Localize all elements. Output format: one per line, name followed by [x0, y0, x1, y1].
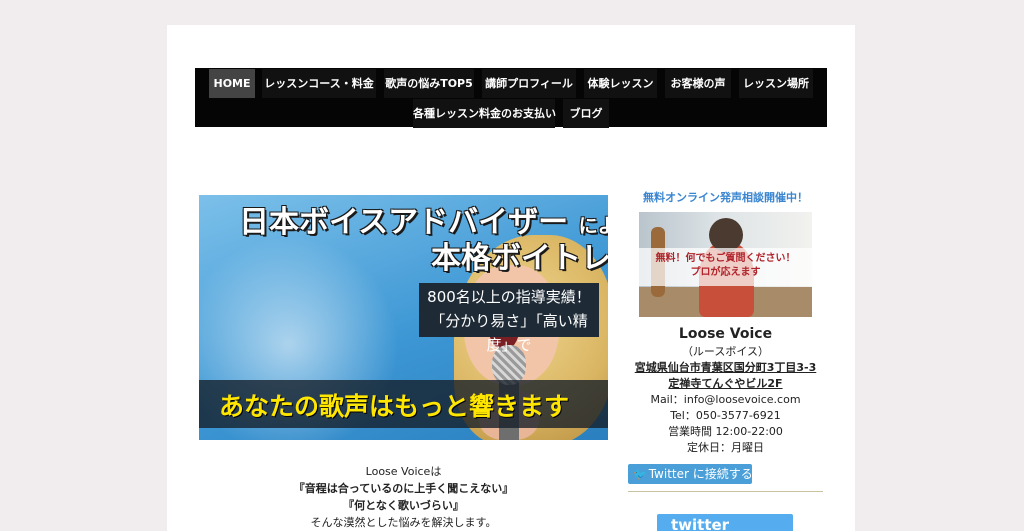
business-kana: （ルースボイス） — [681, 345, 770, 358]
hero-achievement-box: 800名以上の指導実績！ 「分かり易さ」「高い精度」で — [419, 283, 599, 354]
address-link-1[interactable]: 宮城県仙台市青葉区国分町3丁目3-3 — [628, 360, 823, 376]
nav-item-payment[interactable]: 各種レッスン料金のお支払い — [413, 99, 556, 128]
closed-day: 定休日：月曜日 — [687, 441, 764, 454]
business-hours: 営業時間 12:00-22:00 — [668, 425, 783, 438]
intro-line1: Loose Voiceは — [365, 465, 442, 478]
intro-line2: 『音程は合っているのに上手く聞こえない』 — [293, 482, 514, 495]
hero-box-line1: 800名以上の指導実績！ — [427, 288, 591, 306]
nav-item-location[interactable]: レッスン場所 — [739, 69, 813, 98]
consultation-image[interactable]: 無料！何でもご質問ください！ プロが応えます — [639, 212, 812, 317]
consultation-line2: プロが応えます — [690, 267, 761, 278]
business-name: Loose Voice — [678, 326, 773, 342]
nav-item-courses[interactable]: レッスンコース・料金 — [262, 69, 376, 98]
sidebar-title[interactable]: 無料オンライン発声相談開催中！ — [628, 189, 823, 205]
intro-line4: そんな漠然とした悩みを解決します。 — [310, 516, 497, 529]
twitter-logo[interactable]: twitter — [657, 514, 793, 531]
sidebar-divider — [628, 491, 823, 492]
consultation-line1: 無料！何でもご質問ください！ — [655, 253, 796, 264]
intro-line3: 『何となく歌いづらい』 — [343, 499, 464, 512]
contact-mail: Mail：info@loosevoice.com — [650, 393, 801, 406]
hero-box-line2: 「分かり易さ」「高い精度」で — [430, 312, 588, 354]
nav-item-top5[interactable]: 歌声の悩みTOP5 — [384, 69, 474, 98]
hero-headline-2: 本格ボイトレ — [431, 241, 608, 276]
business-info: Loose Voice （ルースボイス） 宮城県仙台市青葉区国分町3丁目3-3 … — [628, 324, 823, 456]
contact-tel: Tel：050-3577-6921 — [670, 409, 781, 422]
twitter-connect-button[interactable]: 🐦 Twitter に接続する — [628, 464, 753, 484]
twitter-connect-label: Twitter に接続する — [648, 467, 753, 481]
consultation-banner: 無料！何でもご質問ください！ プロが応えます — [639, 248, 812, 286]
hero-banner[interactable]: 日本ボイスアドバイザー による 本格ボイトレ 800名以上の指導実績！ 「分かり… — [199, 195, 608, 440]
intro-text: Loose Voiceは 『音程は合っているのに上手く聞こえない』 『何となく歌… — [199, 463, 608, 531]
person-head — [709, 218, 743, 252]
main-nav: HOME レッスンコース・料金 歌声の悩みTOP5 講師プロフィール 体験レッス… — [195, 68, 827, 128]
twitter-logo-text: twitter — [671, 516, 730, 531]
hero-tagline: あなたの歌声はもっと響きます — [219, 392, 570, 421]
nav-item-voices[interactable]: お客様の声 — [665, 69, 731, 98]
nav-item-home[interactable]: HOME — [209, 69, 255, 98]
nav-item-profile[interactable]: 講師プロフィール — [482, 69, 576, 98]
twitter-bird-icon: 🐦 — [633, 468, 647, 481]
nav-item-trial[interactable]: 体験レッスン — [584, 69, 657, 98]
nav-item-blog[interactable]: ブログ — [563, 99, 609, 128]
address-link-2[interactable]: 定禅寺てんぐやビル2F — [628, 376, 823, 392]
